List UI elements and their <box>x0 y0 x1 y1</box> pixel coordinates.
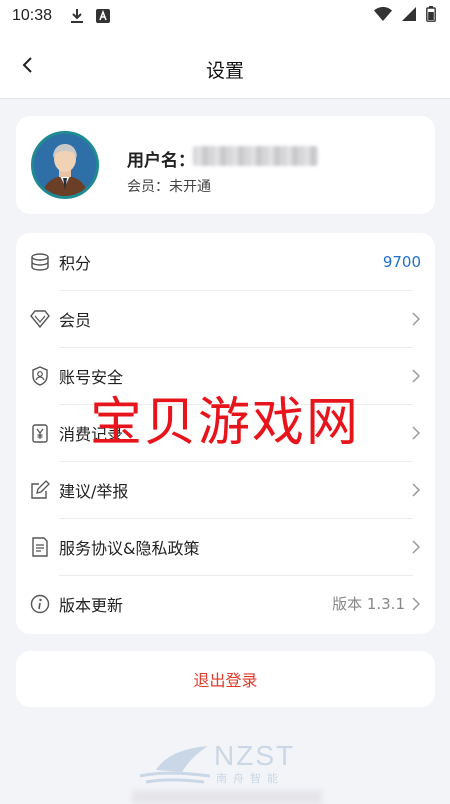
menu-item-spending-records[interactable]: 消费记录 <box>16 404 435 461</box>
wifi-icon <box>374 7 392 25</box>
version-value: 版本 1.3.1 <box>332 595 405 613</box>
chevron-right-icon <box>411 539 421 554</box>
status-bar: 10:38 <box>0 0 450 32</box>
logout-label: 退出登录 <box>193 671 258 690</box>
footer-brand: NZST <box>214 740 296 771</box>
menu-item-points[interactable]: 积分 9700 <box>16 233 435 290</box>
info-icon <box>30 594 50 614</box>
coins-icon <box>30 252 50 272</box>
edit-icon <box>30 479 50 500</box>
menu-label-feedback-report: 建议/举报 <box>59 481 129 501</box>
battery-icon <box>426 6 436 26</box>
menu-item-account-security[interactable]: 账号安全 <box>16 347 435 404</box>
page-title: 设置 <box>205 60 244 82</box>
menu-item-feedback-report[interactable]: 建议/举报 <box>16 461 435 518</box>
footer-logo: NZST 南舟智能 <box>136 740 321 790</box>
menu-item-terms-privacy[interactable]: 服务协议&隐私政策 <box>16 518 435 575</box>
menu-label-spending-records: 消费记录 <box>59 424 124 444</box>
username-label: 用户名： <box>127 151 195 171</box>
app-header: 设置 <box>0 32 450 99</box>
chevron-right-icon <box>411 311 421 326</box>
footer-brand-cn: 南舟智能 <box>216 772 284 785</box>
avatar[interactable] <box>31 131 99 199</box>
menu-label-membership: 会员 <box>59 310 92 330</box>
diamond-icon <box>30 309 50 329</box>
menu-label-points: 积分 <box>59 253 92 273</box>
menu-label-terms-privacy: 服务协议&隐私政策 <box>59 538 200 558</box>
receipt-yen-icon <box>30 423 50 443</box>
download-icon <box>70 8 84 24</box>
menu-item-membership[interactable]: 会员 <box>16 290 435 347</box>
boat-logo-icon <box>139 746 211 784</box>
status-time: 10:38 <box>12 7 53 24</box>
username-value-blurred <box>193 146 318 166</box>
member-status: 会员：未开通 <box>127 179 211 195</box>
chevron-right-icon <box>411 596 421 611</box>
app-notification-icon <box>96 9 111 23</box>
logout-button[interactable]: 退出登录 <box>16 651 435 707</box>
menu-label-account-security: 账号安全 <box>59 367 124 387</box>
document-icon <box>30 536 50 557</box>
menu-item-version-update[interactable]: 版本更新 版本 1.3.1 <box>16 575 435 632</box>
menu-label-version-update: 版本更新 <box>59 595 124 615</box>
settings-menu: 积分 9700 会员 账号安全 消费记录 建议/举报 服务协议&隐私政策 版本更… <box>16 233 435 634</box>
chevron-right-icon <box>411 425 421 440</box>
footer-copyright-blurred <box>132 790 322 804</box>
chevron-right-icon <box>411 482 421 497</box>
points-value: 9700 <box>382 252 421 271</box>
signal-icon <box>402 7 416 25</box>
shield-user-icon <box>30 365 50 386</box>
chevron-right-icon <box>411 368 421 383</box>
